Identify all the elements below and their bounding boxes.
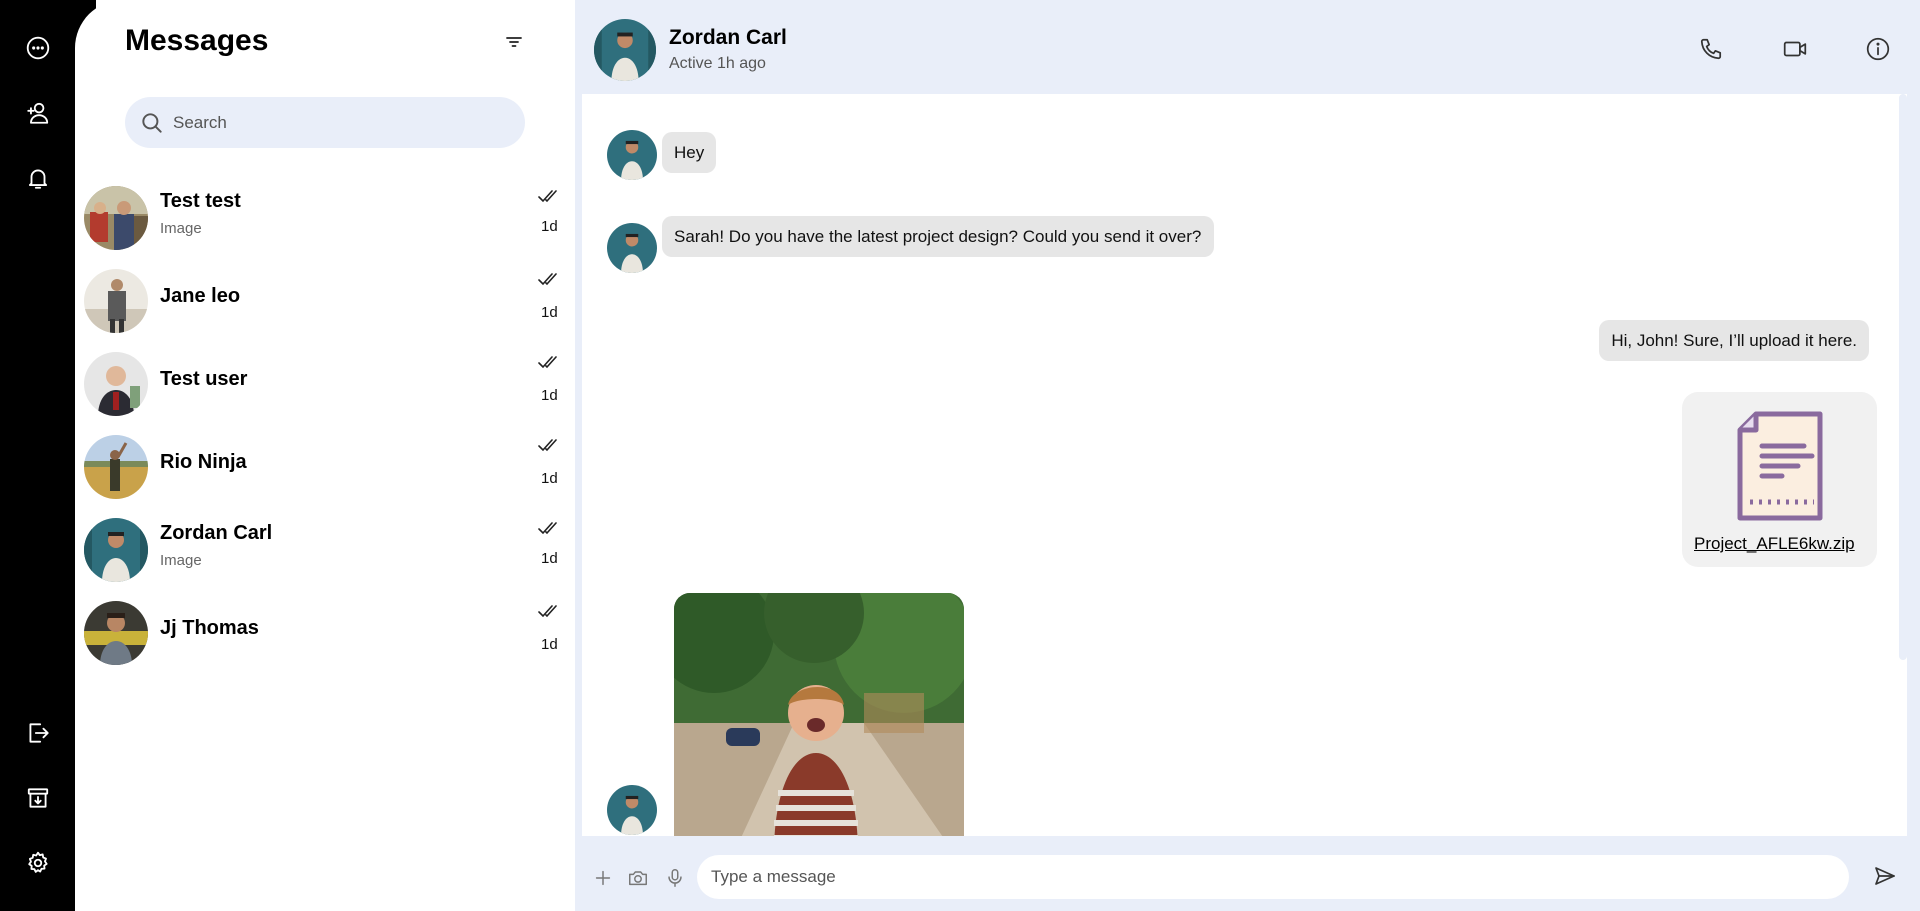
avatar — [84, 269, 148, 333]
settings-icon — [28, 851, 48, 873]
chat-name: Test test — [160, 190, 241, 212]
avatar — [84, 186, 148, 250]
logout-nav-button[interactable] — [20, 715, 56, 751]
notifications-icon — [28, 169, 48, 189]
chat-time: 1d — [541, 550, 558, 567]
message-bubble: Hi, John! Sure, I’ll upload it here. — [1599, 320, 1869, 361]
chat-time: 1d — [541, 304, 558, 321]
image-attachment[interactable] — [674, 593, 964, 836]
chat-time: 1d — [541, 387, 558, 404]
chat-list-panel: Messages Test test Image 1d Jane leo 1d — [75, 0, 575, 911]
info-icon — [1866, 37, 1890, 61]
contact-name: Zordan Carl — [669, 26, 787, 49]
file-attachment[interactable]: Project_AFLE6kw.zip — [1682, 392, 1877, 567]
conversation-panel: Zordan Carl Active 1h ago Hey Sarah! Do … — [575, 0, 1920, 911]
phone-icon — [1700, 38, 1722, 60]
read-receipt — [538, 520, 558, 536]
avatar — [84, 352, 148, 416]
messages-nav-button[interactable] — [20, 30, 56, 66]
messaging-app: Messages Test test Image 1d Jane leo 1d — [0, 0, 1920, 911]
filter-button[interactable] — [502, 30, 526, 54]
info-button[interactable] — [1863, 34, 1893, 64]
chat-preview: Image — [160, 220, 202, 237]
message-bubble: Hey — [662, 132, 717, 173]
read-receipt — [538, 354, 558, 370]
read-receipt — [538, 271, 558, 287]
sender-avatar — [607, 130, 657, 180]
send-button[interactable] — [1873, 864, 1899, 890]
read-receipt — [538, 188, 558, 204]
double-check-icon — [538, 439, 557, 452]
voice-message-button[interactable] — [663, 866, 687, 890]
chat-name: Test user — [160, 368, 248, 390]
double-check-icon — [538, 273, 557, 286]
add-contact-nav-button[interactable] — [20, 95, 56, 131]
read-receipt — [538, 437, 558, 453]
chat-preview: Image — [160, 552, 202, 569]
chat-name: Jane leo — [160, 285, 241, 307]
archive-nav-button[interactable] — [20, 780, 56, 816]
chat-time: 1d — [541, 636, 558, 653]
microphone-icon — [668, 869, 682, 887]
scrollbar[interactable] — [1899, 94, 1907, 660]
chat-list-item[interactable]: Test user 1d — [75, 348, 575, 428]
avatar — [84, 518, 148, 582]
plus-icon — [595, 870, 611, 886]
voice-call-button[interactable] — [1696, 34, 1726, 64]
page-title: Messages — [125, 24, 269, 57]
chat-time: 1d — [541, 470, 558, 487]
message-bubble: Sarah! Do you have the latest project de… — [662, 216, 1214, 257]
contact-status: Active 1h ago — [669, 55, 766, 72]
search-input[interactable] — [173, 112, 493, 133]
double-check-icon — [538, 522, 557, 535]
avatar — [84, 601, 148, 665]
add-contact-icon — [27, 102, 49, 124]
chat-name: Zordan Carl — [160, 522, 273, 544]
chat-list-item[interactable]: Rio Ninja 1d — [75, 431, 575, 511]
send-icon — [1875, 867, 1895, 885]
settings-nav-button[interactable] — [20, 845, 56, 881]
notifications-nav-button[interactable] — [20, 160, 56, 196]
document-icon — [1737, 411, 1823, 521]
message-input[interactable] — [711, 867, 1811, 887]
chat-time: 1d — [541, 218, 558, 235]
double-check-icon — [538, 190, 557, 203]
avatar — [84, 435, 148, 499]
video-call-button[interactable] — [1780, 34, 1810, 64]
search-icon — [142, 112, 162, 133]
sender-avatar — [607, 785, 657, 835]
double-check-icon — [538, 605, 557, 618]
video-icon — [1783, 41, 1807, 57]
read-receipt — [538, 603, 558, 619]
chat-name: Jj Thomas — [160, 617, 259, 639]
message-thread: Hey Sarah! Do you have the latest projec… — [582, 94, 1907, 836]
camera-icon — [629, 871, 647, 886]
search-box — [125, 97, 525, 148]
filter-icon — [506, 37, 522, 47]
camera-button[interactable] — [626, 866, 650, 890]
chat-list-item[interactable]: Jj Thomas 1d — [75, 597, 575, 677]
sender-avatar — [607, 223, 657, 273]
messages-icon — [26, 36, 50, 60]
double-check-icon — [538, 356, 557, 369]
chat-list-item[interactable]: Zordan Carl Image 1d — [75, 514, 575, 594]
file-name[interactable]: Project_AFLE6kw.zip — [1694, 534, 1855, 554]
chat-list-item[interactable]: Test test Image 1d — [75, 182, 575, 262]
chat-name: Rio Ninja — [160, 451, 247, 473]
contact-avatar[interactable] — [594, 19, 656, 81]
archive-icon — [27, 788, 49, 808]
attach-button[interactable] — [591, 866, 615, 890]
logout-icon — [29, 723, 49, 743]
chat-list-item[interactable]: Jane leo 1d — [75, 265, 575, 345]
message-composer — [697, 855, 1849, 899]
